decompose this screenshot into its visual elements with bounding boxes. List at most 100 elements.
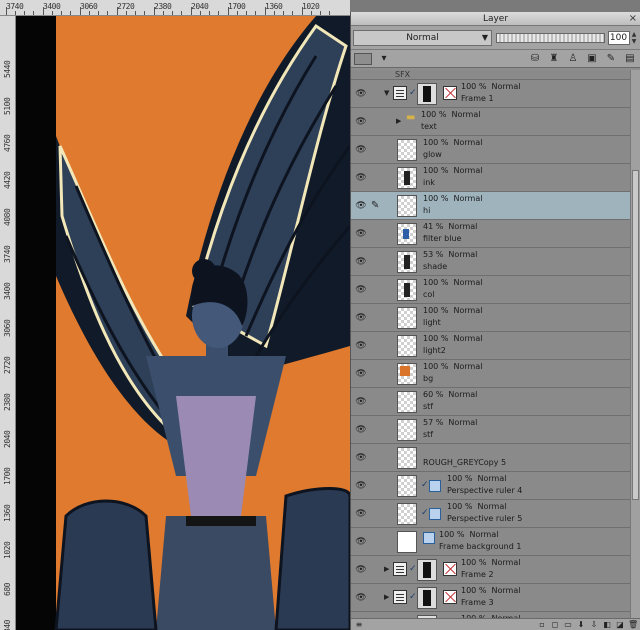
eye-icon[interactable]: 👁	[355, 257, 367, 267]
ruler-tick	[311, 11, 312, 15]
transfer-down-icon[interactable]: ⬇	[576, 620, 586, 629]
eye-icon[interactable]: 👁	[355, 201, 367, 211]
layer-row[interactable]: 👁 ▼ ✓ 100 % Normal Frame 1	[351, 80, 631, 108]
layer-row[interactable]: 👁 ▶ ▬ 100 % Normal text	[351, 108, 631, 136]
layer-row[interactable]: 👁 100 % Normal ink	[351, 164, 631, 192]
layer-thumbnail	[397, 279, 417, 301]
new-vector-layer-icon[interactable]: ◻	[550, 620, 560, 629]
eye-icon[interactable]: 👁	[355, 341, 367, 351]
layer-row[interactable]: 👁 57 % Normal stf	[351, 416, 631, 444]
ruler-label: 2040	[3, 430, 12, 448]
layer-opacity-mode: 100 % Normal	[423, 138, 483, 147]
layer-thumbnail	[397, 447, 417, 469]
combine-layer-icon[interactable]: ⇩	[589, 620, 599, 629]
mask-out-icon[interactable]: ◧	[602, 620, 612, 629]
eye-icon[interactable]: 👁	[355, 229, 367, 239]
layer-opacity-mode: 100 % Normal	[423, 362, 483, 371]
panel-menu-icon[interactable]: ≡	[354, 620, 364, 629]
layer-name: col	[423, 290, 435, 299]
layer-row[interactable]: 👁 53 % Normal shade	[351, 248, 631, 276]
eye-icon[interactable]: 👁	[355, 285, 367, 295]
layer-row[interactable]: 👁 100 % Normal light2	[351, 332, 631, 360]
eye-icon[interactable]: 👁	[355, 453, 367, 463]
layer-opacity-mode: 57 % Normal	[423, 418, 478, 427]
apply-mask-icon[interactable]: ◪	[615, 620, 625, 629]
layer-opacity-mode: 100 % Normal	[461, 558, 521, 567]
eye-icon[interactable]: 👁	[355, 425, 367, 435]
layer-row[interactable]: 👁 100 % Normal bg	[351, 360, 631, 388]
layer-opacity-mode: 100 % Normal	[447, 474, 507, 483]
reference-layer-icon[interactable]: ♜	[547, 53, 561, 65]
eye-icon[interactable]: 👁	[355, 537, 367, 547]
layer-opacity-mode: 100 % Normal	[461, 82, 521, 91]
artwork-illustration	[16, 16, 350, 630]
eye-icon[interactable]: 👁	[355, 173, 367, 183]
folder-icon: ▬	[406, 112, 416, 123]
layer-list-scrollbar[interactable]	[630, 70, 640, 618]
draft-layer-icon[interactable]: ✎	[604, 53, 618, 65]
lock-transparency-icon[interactable]: ♙	[566, 53, 580, 65]
close-icon[interactable]: ×	[629, 13, 637, 25]
ruler-tick	[255, 11, 256, 15]
layer-row[interactable]: 👁 ROUGH_GREYCopy 5	[351, 444, 631, 472]
opacity-input[interactable]: 100	[608, 30, 631, 45]
perspective-ruler-icon	[429, 508, 441, 520]
eye-icon[interactable]: 👁	[355, 397, 367, 407]
scrollbar-thumb[interactable]	[632, 170, 639, 500]
lock-layer-icon[interactable]: ▣	[585, 53, 599, 65]
new-folder-icon[interactable]: ▭	[563, 620, 573, 629]
layer-clip-icon[interactable]: ⛁	[528, 53, 542, 65]
chevron-right-icon[interactable]: ▶	[396, 117, 401, 125]
ruler-tick	[265, 7, 266, 15]
chevron-right-icon[interactable]: ▶	[384, 565, 389, 573]
ruler-label: 4760	[3, 134, 12, 152]
layer-row-sfx[interactable]: SFX	[351, 70, 631, 80]
layer-row[interactable]: 👁 100 % Normal col	[351, 276, 631, 304]
eye-icon[interactable]: 👁	[355, 313, 367, 323]
ruler-label: 5440	[3, 60, 12, 78]
ruler-tick	[191, 7, 192, 15]
eye-icon[interactable]: 👁	[355, 509, 367, 519]
layer-row[interactable]: 👁 ▶ ✓ 100 % Normal Frame 3	[351, 584, 631, 612]
eye-icon[interactable]: 👁	[355, 593, 367, 603]
ruler-label: 1020	[3, 541, 12, 559]
eye-icon[interactable]: 👁	[355, 145, 367, 155]
ruler-tick	[117, 7, 118, 15]
ruler-tick	[144, 11, 145, 15]
delete-layer-icon[interactable]: 🗑	[628, 620, 638, 629]
layer-row[interactable]: 👁 100 % Normal light	[351, 304, 631, 332]
layer-row[interactable]: 👁 60 % Normal stf	[351, 388, 631, 416]
layer-row[interactable]: 👁 100 % Normal glow	[351, 136, 631, 164]
ruler-label: 2380	[3, 393, 12, 411]
chevron-right-icon[interactable]: ▶	[384, 593, 389, 601]
layer-panel-title-bar[interactable]: Layer ×	[351, 12, 640, 26]
eye-icon[interactable]: 👁	[355, 481, 367, 491]
eye-icon[interactable]: 👁	[355, 89, 367, 99]
layer-row[interactable]: 👁 ▶ ✓ 100 % Normal Frame 2	[351, 556, 631, 584]
layer-thumbnail	[417, 559, 437, 581]
layer-row[interactable]: 👁 41 % Normal filter blue	[351, 220, 631, 248]
layer-thumbnail	[397, 335, 417, 357]
layer-color-swatch[interactable]	[354, 52, 372, 65]
eye-icon[interactable]: 👁	[355, 369, 367, 379]
layer-opacity-mode: 100 % Normal	[461, 586, 521, 595]
layer-mask-icon[interactable]: ▤	[623, 53, 637, 65]
opacity-slider[interactable]	[495, 32, 606, 43]
layer-name: text	[421, 122, 437, 131]
layer-row[interactable]: 👁 100 % Normal Frame background 1	[351, 528, 631, 556]
layer-row[interactable]: 👁 ✓ 100 % Normal Perspective ruler 4	[351, 472, 631, 500]
opacity-spinner[interactable]: ▲ ▼	[630, 31, 638, 45]
chevron-down-icon[interactable]: ▾	[377, 53, 391, 65]
ruler-label: 2720	[117, 2, 135, 11]
eye-icon[interactable]: 👁	[355, 117, 367, 127]
layer-row[interactable]: 👁 ✎ 100 % Normal hi	[351, 192, 631, 220]
drawing-canvas[interactable]	[16, 16, 350, 630]
chevron-down-icon[interactable]: ▼	[384, 89, 389, 97]
ruler-label: 4080	[3, 208, 12, 226]
layer-panel: Layer × Normal ▼ 100 ▲ ▼ ▾ ⛁ ♜ ♙ ▣ ✎ ▤ SF…	[350, 12, 640, 630]
layer-thumbnail	[397, 139, 417, 161]
layer-row[interactable]: 👁 ✓ 100 % Normal Perspective ruler 5	[351, 500, 631, 528]
eye-icon[interactable]: 👁	[355, 565, 367, 575]
new-raster-layer-icon[interactable]: ▫	[537, 620, 547, 629]
blend-mode-select[interactable]: Normal ▼	[353, 29, 492, 46]
